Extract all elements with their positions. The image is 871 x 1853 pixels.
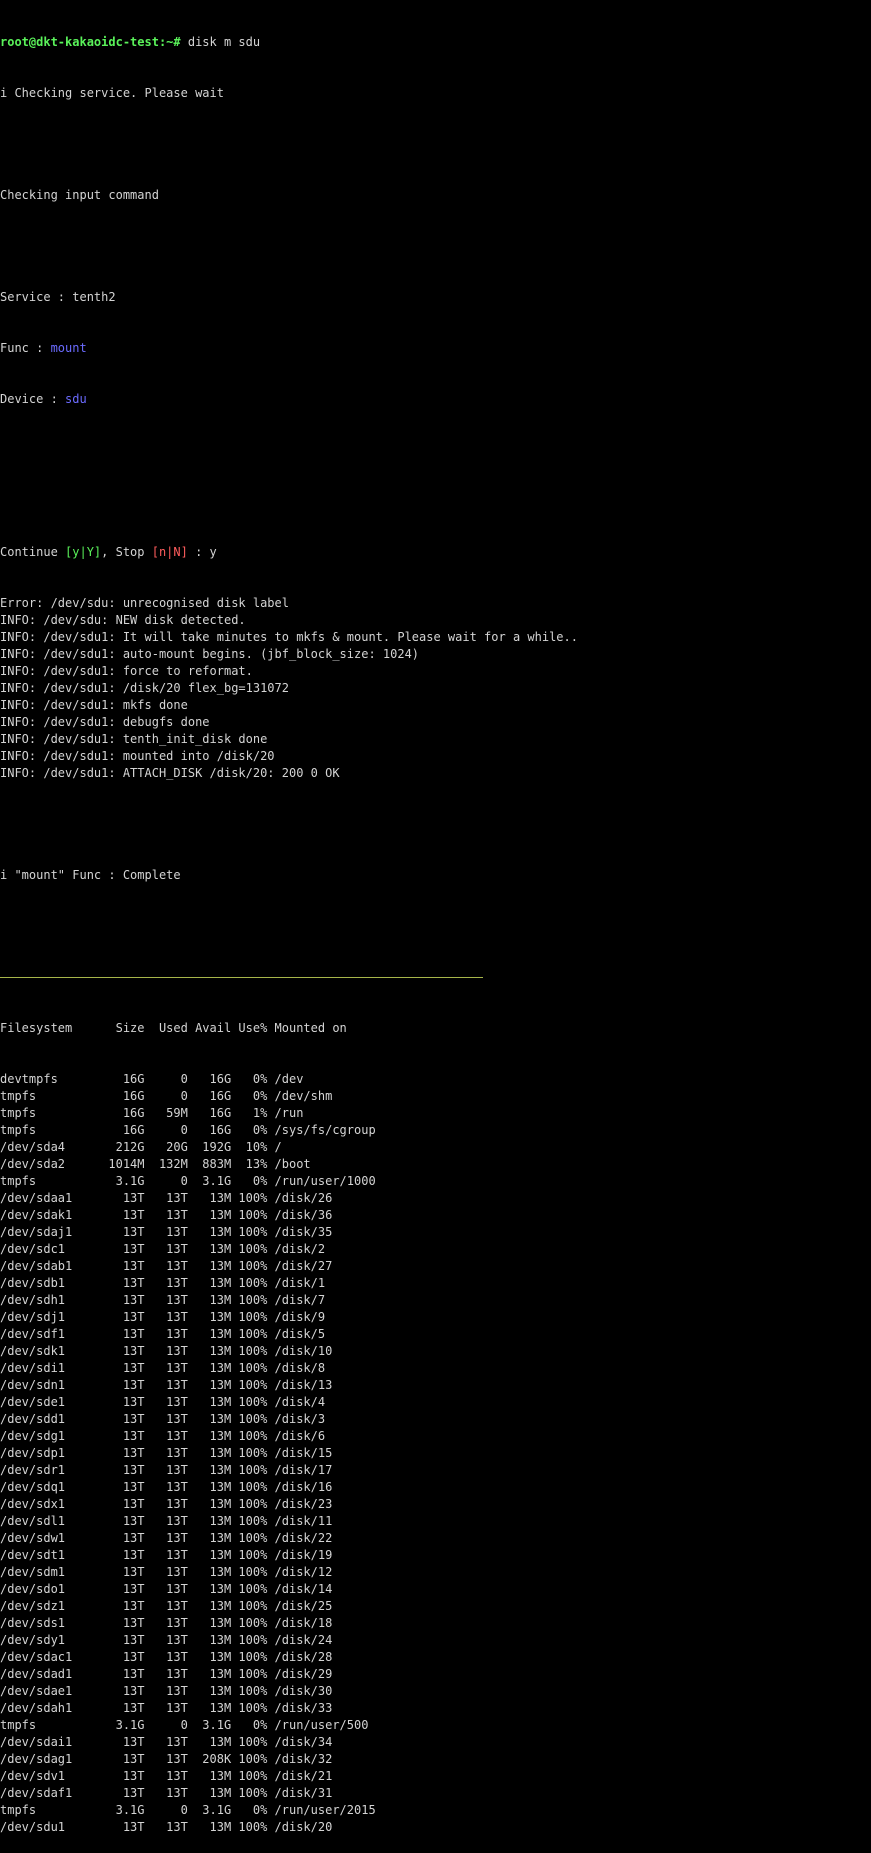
- continue-prompt-line: Continue [y|Y], Stop [n|N] : y: [0, 544, 871, 561]
- df-row: /dev/sdai1 13T 13T 13M 100% /disk/34: [0, 1735, 333, 1749]
- log-line: INFO: /dev/sdu1: It will take minutes to…: [0, 630, 578, 644]
- df-row: /dev/sda2 1014M 132M 883M 13% /boot: [0, 1157, 311, 1171]
- log-line: INFO: /dev/sdu1: mkfs done: [0, 698, 188, 712]
- df-row: /dev/sdw1 13T 13T 13M 100% /disk/22: [0, 1531, 333, 1545]
- stop-prefix: , Stop: [101, 545, 152, 559]
- df-row: tmpfs 3.1G 0 3.1G 0% /run/user/500: [0, 1718, 369, 1732]
- df-row: /dev/sdk1 13T 13T 13M 100% /disk/10: [0, 1344, 333, 1358]
- df-row: /dev/sdaj1 13T 13T 13M 100% /disk/35: [0, 1225, 333, 1239]
- terminal-window[interactable]: root@dkt-kakaoidc-test:~# disk m sdu i C…: [0, 0, 871, 1834]
- device-label: Device :: [0, 392, 66, 406]
- df-row: /dev/sdx1 13T 13T 13M 100% /disk/23: [0, 1497, 333, 1511]
- df-row: /dev/sdab1 13T 13T 13M 100% /disk/27: [0, 1259, 333, 1273]
- df-row: /dev/sdd1 13T 13T 13M 100% /disk/3: [0, 1412, 326, 1426]
- df-row: tmpfs 3.1G 0 3.1G 0% /run/user/1000: [0, 1174, 376, 1188]
- complete-line: i "mount" Func : Complete: [0, 868, 181, 882]
- command-text: disk m sdu: [180, 35, 261, 49]
- df-row: /dev/sdaa1 13T 13T 13M 100% /disk/26: [0, 1191, 333, 1205]
- log-line: INFO: /dev/sdu1: /disk/20 flex_bg=131072: [0, 681, 289, 695]
- df-row: tmpfs 16G 0 16G 0% /sys/fs/cgroup: [0, 1123, 376, 1137]
- df-row: /dev/sdc1 13T 13T 13M 100% /disk/2: [0, 1242, 326, 1256]
- df-row: /dev/sdz1 13T 13T 13M 100% /disk/25: [0, 1599, 333, 1613]
- df-row: /dev/sdf1 13T 13T 13M 100% /disk/5: [0, 1327, 326, 1341]
- df-row: /dev/sdp1 13T 13T 13M 100% /disk/15: [0, 1446, 333, 1460]
- df-row: /dev/sdb1 13T 13T 13M 100% /disk/1: [0, 1276, 326, 1290]
- device-line: Device : sdu: [0, 391, 871, 408]
- df-row: /dev/sdah1 13T 13T 13M 100% /disk/33: [0, 1701, 333, 1715]
- df-row: /dev/sdi1 13T 13T 13M 100% /disk/8: [0, 1361, 326, 1375]
- device-value: sdu: [65, 392, 87, 406]
- df-row: /dev/sdak1 13T 13T 13M 100% /disk/36: [0, 1208, 333, 1222]
- df-row: /dev/sdt1 13T 13T 13M 100% /disk/19: [0, 1548, 333, 1562]
- log-line: INFO: /dev/sdu1: ATTACH_DISK /disk/20: 2…: [0, 766, 340, 780]
- df-row: /dev/sdn1 13T 13T 13M 100% /disk/13: [0, 1378, 333, 1392]
- log-line: INFO: /dev/sdu1: tenth_init_disk done: [0, 732, 268, 746]
- df-row: tmpfs 16G 0 16G 0% /dev/shm: [0, 1089, 333, 1103]
- func-label: Func :: [0, 341, 51, 355]
- df-row: /dev/sdv1 13T 13T 13M 100% /disk/21: [0, 1769, 333, 1783]
- checking-input-line: Checking input command: [0, 188, 159, 202]
- log-line: INFO: /dev/sdu1: debugfs done: [0, 715, 210, 729]
- df-row: /dev/sde1 13T 13T 13M 100% /disk/4: [0, 1395, 326, 1409]
- df-row: /dev/sdae1 13T 13T 13M 100% /disk/30: [0, 1684, 333, 1698]
- df-row: /dev/sdag1 13T 13T 208K 100% /disk/32: [0, 1752, 333, 1766]
- shell-prompt: root@dkt-kakaoidc-test:~#: [0, 35, 181, 49]
- continue-prefix: Continue: [0, 545, 66, 559]
- df-row: tmpfs 16G 59M 16G 1% /run: [0, 1106, 304, 1120]
- df-row: /dev/sdr1 13T 13T 13M 100% /disk/17: [0, 1463, 333, 1477]
- df-row: devtmpfs 16G 0 16G 0% /dev: [0, 1072, 304, 1086]
- func-value: mount: [50, 341, 87, 355]
- df-row: /dev/sdad1 13T 13T 13M 100% /disk/29: [0, 1667, 333, 1681]
- df-row: tmpfs 3.1G 0 3.1G 0% /run/user/2015: [0, 1803, 376, 1817]
- df-row: /dev/sdy1 13T 13T 13M 100% /disk/24: [0, 1633, 333, 1647]
- df-row: /dev/sdg1 13T 13T 13M 100% /disk/6: [0, 1429, 326, 1443]
- df-row: /dev/sdac1 13T 13T 13M 100% /disk/28: [0, 1650, 333, 1664]
- log-line: INFO: /dev/sdu: NEW disk detected.: [0, 613, 246, 627]
- log-output: Error: /dev/sdu: unrecognised disk label…: [0, 595, 871, 782]
- df-row: /dev/sdm1 13T 13T 13M 100% /disk/12: [0, 1565, 333, 1579]
- log-line: INFO: /dev/sdu1: mounted into /disk/20: [0, 749, 275, 763]
- divider-line: [0, 969, 871, 986]
- df-row: /dev/sdh1 13T 13T 13M 100% /disk/7: [0, 1293, 326, 1307]
- df-table: devtmpfs 16G 0 16G 0% /dev tmpfs 16G 0 16…: [0, 1071, 871, 1836]
- command-line: root@dkt-kakaoidc-test:~# disk m sdu: [0, 34, 871, 51]
- log-line: INFO: /dev/sdu1: auto-mount begins. (jbf…: [0, 647, 420, 661]
- df-row: /dev/sda4 212G 20G 192G 10% /: [0, 1140, 282, 1154]
- continue-answer: : y: [187, 545, 217, 559]
- continue-option: [y|Y]: [65, 545, 102, 559]
- df-row: /dev/sdaf1 13T 13T 13M 100% /disk/31: [0, 1786, 333, 1800]
- df-row: /dev/sdq1 13T 13T 13M 100% /disk/16: [0, 1480, 333, 1494]
- checking-service-line: i Checking service. Please wait: [0, 86, 224, 100]
- service-line: Service : tenth2: [0, 290, 116, 304]
- df-row: /dev/sdo1 13T 13T 13M 100% /disk/14: [0, 1582, 333, 1596]
- df-row: /dev/sds1 13T 13T 13M 100% /disk/18: [0, 1616, 333, 1630]
- func-line: Func : mount: [0, 340, 871, 357]
- df-row: /dev/sdj1 13T 13T 13M 100% /disk/9: [0, 1310, 326, 1324]
- log-line: Error: /dev/sdu: unrecognised disk label: [0, 596, 289, 610]
- df-row: /dev/sdu1 13T 13T 13M 100% /disk/20: [0, 1820, 333, 1834]
- log-line: INFO: /dev/sdu1: force to reformat.: [0, 664, 253, 678]
- stop-option: [n|N]: [151, 545, 188, 559]
- df-row: /dev/sdl1 13T 13T 13M 100% /disk/11: [0, 1514, 333, 1528]
- df-header: Filesystem Size Used Avail Use% Mounted …: [0, 1021, 347, 1035]
